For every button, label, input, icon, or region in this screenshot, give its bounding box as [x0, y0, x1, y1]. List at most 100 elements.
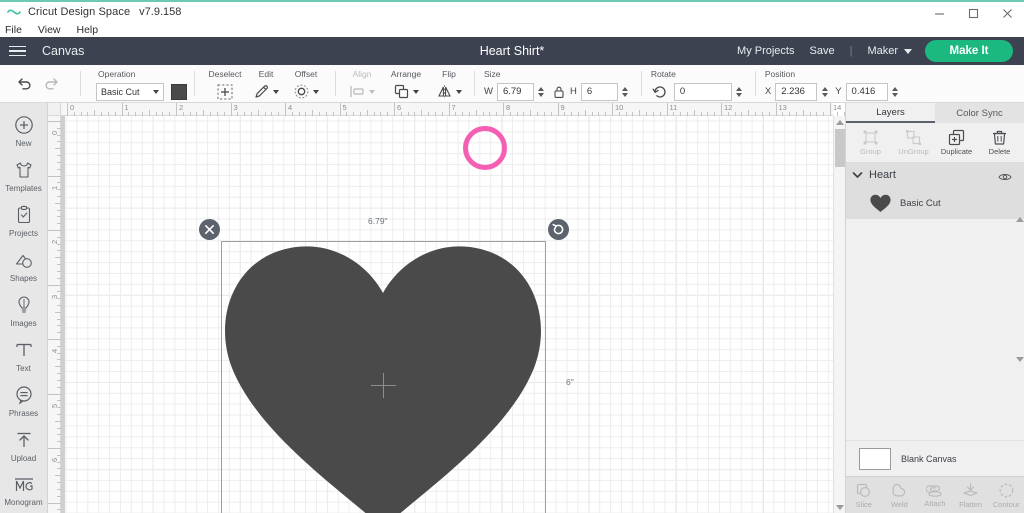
left-sidebar: New Templates Projects Shapes Images Tex… — [0, 103, 48, 513]
deselect-icon[interactable] — [214, 81, 236, 102]
align-icon[interactable] — [349, 81, 375, 102]
ruler-major-tick — [48, 393, 61, 395]
rotate-stepper[interactable] — [734, 83, 745, 101]
y-input[interactable]: 0.416 — [845, 82, 888, 101]
contour-button[interactable]: Contour — [988, 477, 1024, 513]
delete-label: Delete — [988, 147, 1011, 156]
duplicate-button[interactable]: Duplicate — [935, 123, 978, 162]
arrange-group: Arrange — [381, 64, 431, 102]
maximize-icon[interactable] — [956, 2, 990, 24]
flip-icon[interactable] — [436, 81, 462, 102]
layer-item-basic-cut[interactable]: Basic Cut — [846, 187, 1024, 219]
sidebar-item-phrases[interactable]: Phrases — [0, 378, 48, 423]
machine-selector[interactable]: Maker — [867, 45, 912, 57]
scrollbar-thumb[interactable] — [835, 129, 845, 167]
ruler-minor-tick — [646, 112, 648, 116]
ruler-minor-tick — [571, 112, 573, 116]
monogram-icon — [14, 477, 33, 491]
minimize-icon[interactable] — [922, 2, 956, 24]
sidebar-item-projects[interactable]: Projects — [0, 198, 48, 243]
ungroup-button[interactable]: UnGroup — [892, 123, 935, 162]
ruler-minor-tick — [734, 112, 736, 116]
menu-item-view[interactable]: View — [38, 24, 68, 36]
ruler-minor-tick — [332, 112, 334, 116]
ruler-minor-tick — [795, 112, 797, 116]
tshirt-icon — [15, 161, 32, 178]
sidebar-item-new[interactable]: New — [0, 108, 48, 153]
ruler-minor-tick — [530, 110, 532, 116]
align-label: Align — [352, 69, 372, 79]
ruler-minor-tick — [57, 155, 61, 157]
sidebar-item-templates[interactable]: Templates — [0, 153, 48, 198]
scroll-down-icon[interactable] — [1014, 353, 1024, 365]
flatten-button[interactable]: Flatten — [953, 477, 989, 513]
x-stepper[interactable] — [819, 83, 830, 101]
tab-color-sync[interactable]: Color Sync — [935, 103, 1024, 123]
rotate-input[interactable]: 0 — [673, 82, 732, 101]
width-input[interactable]: 6.79 — [496, 82, 534, 101]
ruler-minor-tick — [57, 454, 61, 456]
height-stepper[interactable] — [620, 83, 631, 101]
hamburger-menu-icon[interactable] — [0, 37, 34, 65]
ruler-major-tick — [67, 103, 68, 116]
ruler-tick-label: 0 — [70, 103, 75, 112]
sidebar-item-monogram[interactable]: Monogram — [0, 468, 48, 513]
machine-name: Maker — [867, 45, 898, 57]
save-button[interactable]: Save — [810, 45, 835, 57]
width-stepper[interactable] — [536, 83, 547, 101]
operation-select[interactable]: Basic Cut — [96, 82, 164, 101]
design-canvas[interactable]: 0123456789101112131415 012345678 6.79" 6… — [48, 103, 845, 513]
ruler-minor-tick — [264, 112, 266, 116]
window-title-bar: Cricut Design Space v7.9.158 — [0, 0, 1024, 22]
panel-vertical-scrollbar[interactable] — [1014, 216, 1024, 365]
blank-canvas-row[interactable]: Blank Canvas — [846, 440, 1024, 476]
sidebar-item-upload[interactable]: Upload — [0, 423, 48, 468]
group-button[interactable]: Group — [849, 123, 892, 162]
delete-handle-icon[interactable] — [199, 219, 220, 240]
my-projects-link[interactable]: My Projects — [737, 45, 794, 57]
scroll-up-icon[interactable] — [834, 116, 845, 128]
make-it-button[interactable]: Make It — [925, 40, 1013, 62]
undo-icon[interactable] — [12, 70, 38, 96]
sidebar-item-images[interactable]: Images — [0, 288, 48, 333]
menu-item-help[interactable]: Help — [77, 24, 106, 36]
y-stepper[interactable] — [890, 83, 901, 101]
ruler-tick-label: 3 — [233, 103, 238, 112]
chevron-down-icon[interactable] — [852, 171, 863, 179]
tab-layers[interactable]: Layers — [846, 103, 935, 123]
rotate-handle-icon[interactable] — [548, 219, 569, 240]
ruler-minor-tick — [816, 112, 818, 116]
sidebar-item-shapes[interactable]: Shapes — [0, 243, 48, 288]
ruler-minor-tick — [271, 112, 273, 116]
ruler-minor-tick — [434, 112, 436, 116]
menu-item-file[interactable]: File — [5, 24, 29, 36]
ruler-major-tick — [48, 284, 61, 286]
ruler-minor-tick — [346, 112, 348, 116]
close-icon[interactable] — [990, 2, 1024, 24]
scroll-down-icon[interactable] — [834, 501, 845, 513]
ruler-minor-tick — [809, 112, 811, 116]
operation-color-swatch[interactable] — [171, 83, 187, 100]
ruler-minor-tick — [94, 110, 96, 116]
x-input[interactable]: 2.236 — [775, 82, 818, 101]
ruler-minor-tick — [509, 112, 511, 116]
redo-icon[interactable] — [38, 70, 64, 96]
eye-icon[interactable] — [998, 169, 1012, 187]
layer-group-row[interactable]: Heart — [846, 163, 1024, 187]
arrange-icon[interactable] — [393, 81, 419, 102]
ruler-minor-tick — [305, 112, 307, 116]
offset-icon[interactable] — [293, 81, 319, 102]
canvas-vertical-scrollbar[interactable] — [833, 116, 845, 513]
sidebar-item-label: Monogram — [4, 497, 43, 507]
height-input[interactable]: 6 — [580, 82, 618, 101]
slice-button[interactable]: Slice — [846, 477, 882, 513]
flip-group: Flip — [431, 64, 467, 102]
weld-button[interactable]: Weld — [882, 477, 918, 513]
delete-button[interactable]: Delete — [978, 123, 1021, 162]
blank-canvas-swatch[interactable] — [859, 447, 891, 470]
pencil-icon[interactable] — [253, 81, 279, 102]
scroll-up-icon[interactable] — [1014, 213, 1024, 225]
rotate-icon[interactable] — [649, 81, 671, 102]
attach-button[interactable]: Attach — [917, 477, 953, 513]
sidebar-item-text[interactable]: Text — [0, 333, 48, 378]
